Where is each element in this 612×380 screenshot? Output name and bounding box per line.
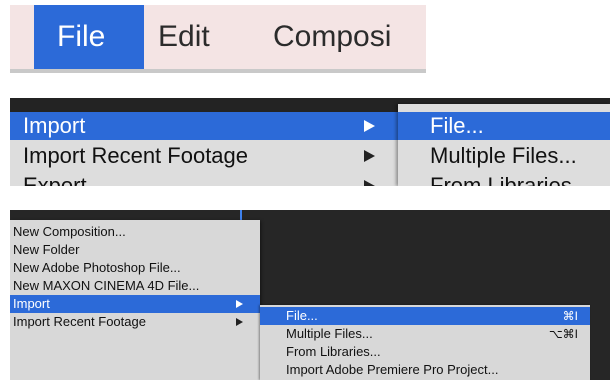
menu-item-label: File... xyxy=(286,308,318,323)
submenu-arrow-icon xyxy=(364,150,375,162)
import-submenu: File... ⌘I Multiple Files... ⌥⌘I From Li… xyxy=(260,305,590,380)
menu-item-label: New MAXON CINEMA 4D File... xyxy=(13,278,200,293)
menu-item-label: New Composition... xyxy=(13,224,126,239)
menu-item-new-photoshop-file[interactable]: New Adobe Photoshop File... xyxy=(10,259,260,277)
zoom-import-submenu: File... Multiple Files... From Libraries xyxy=(398,104,610,186)
submenu-item-file[interactable]: File... ⌘I xyxy=(260,307,590,325)
zoom-submenu-item-multiple-files[interactable]: Multiple Files... xyxy=(398,142,610,170)
menu-item-import[interactable]: Import xyxy=(10,295,260,313)
full-menu-panel: New Composition... New Folder New Adobe … xyxy=(10,210,610,380)
shortcut-label: ⌘I xyxy=(562,309,578,323)
menubar-panel: File Edit Composi xyxy=(10,5,426,73)
menu-item-label: Multiple Files... xyxy=(430,143,577,168)
submenu-arrow-icon xyxy=(364,120,375,132)
menu-item-new-cinema4d-file[interactable]: New MAXON CINEMA 4D File... xyxy=(10,277,260,295)
menu-item-label: Import Recent Footage xyxy=(23,143,249,168)
zoom-menu-item-export[interactable]: Export xyxy=(10,172,400,186)
menu-edit[interactable]: Edit xyxy=(158,5,210,69)
submenu-arrow-icon xyxy=(236,318,243,326)
menu-item-new-folder[interactable]: New Folder xyxy=(10,241,260,259)
zoom-submenu-item-file[interactable]: File... xyxy=(398,112,610,140)
menu-edit-label: Edit xyxy=(158,20,210,53)
menu-item-label: Import Recent Footage xyxy=(13,314,146,329)
zoom-primary-menu: Import Import Recent Footage Export xyxy=(10,112,400,186)
menu-item-label: New Adobe Photoshop File... xyxy=(13,260,181,275)
menu-item-label: Export xyxy=(23,173,87,186)
menu-item-new-composition[interactable]: New Composition... xyxy=(10,223,260,241)
submenu-item-import-premiere-project[interactable]: Import Adobe Premiere Pro Project... xyxy=(260,361,590,379)
submenu-item-from-libraries[interactable]: From Libraries... xyxy=(260,343,590,361)
submenu-arrow-icon xyxy=(236,300,243,308)
zoom-menu-item-import-recent-footage[interactable]: Import Recent Footage xyxy=(10,142,400,170)
zoom-menu-panel: Import Import Recent Footage Export File… xyxy=(10,98,610,186)
menu-item-label: Multiple Files... xyxy=(286,326,373,341)
zoom-menu-item-import[interactable]: Import xyxy=(10,112,400,140)
menu-item-label: From Libraries... xyxy=(286,344,381,359)
menu-item-label: Import Adobe Premiere Pro Project... xyxy=(286,362,499,377)
menu-item-label: Import xyxy=(13,296,50,311)
menu-item-label: File... xyxy=(430,113,484,138)
menu-item-label: New Folder xyxy=(13,242,80,257)
menu-item-label: From Libraries xyxy=(430,173,572,186)
menu-composition-label: Composi xyxy=(273,20,392,53)
menu-file[interactable]: File xyxy=(34,5,144,69)
menu-file-label: File xyxy=(57,20,106,53)
menubar-divider xyxy=(10,69,426,73)
submenu-arrow-icon xyxy=(364,180,375,186)
file-menu: New Composition... New Folder New Adobe … xyxy=(10,220,260,380)
menu-composition[interactable]: Composi xyxy=(273,5,391,69)
zoom-submenu-item-from-libraries[interactable]: From Libraries xyxy=(398,172,610,186)
submenu-item-multiple-files[interactable]: Multiple Files... ⌥⌘I xyxy=(260,325,590,343)
menu-item-import-recent-footage[interactable]: Import Recent Footage xyxy=(10,313,260,331)
menu-item-label: Import xyxy=(23,113,86,138)
shortcut-label: ⌥⌘I xyxy=(548,327,578,341)
